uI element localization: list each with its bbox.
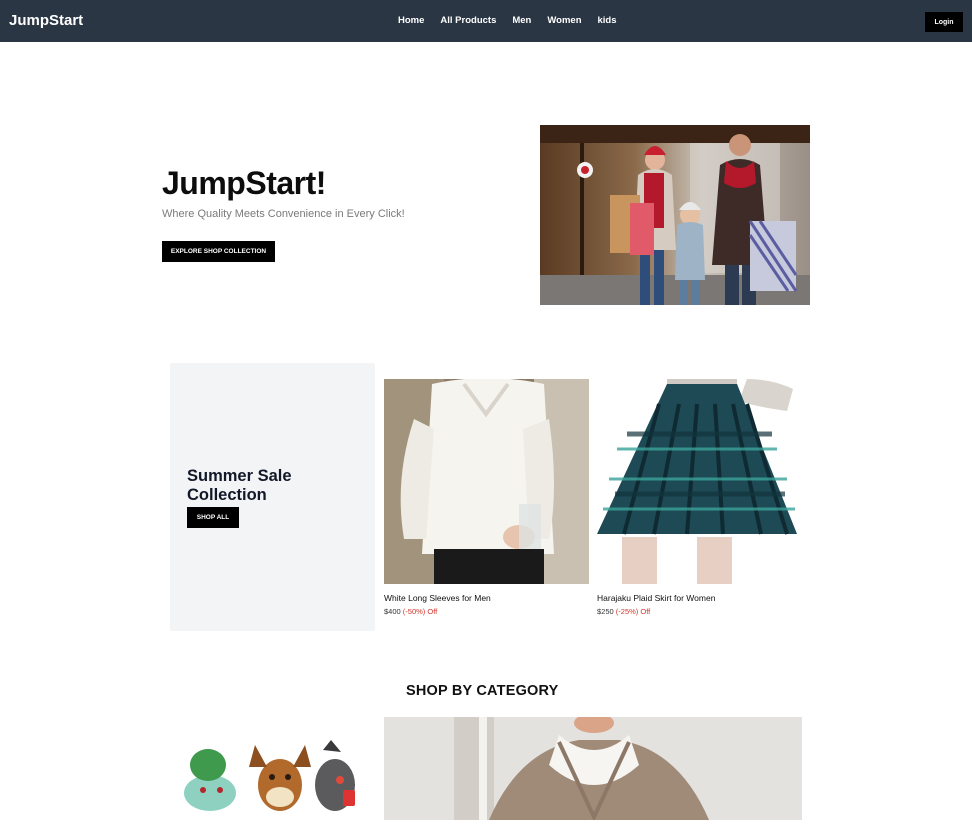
product-price: $250 (-25%) Off bbox=[597, 607, 802, 616]
nav-link-women[interactable]: Women bbox=[547, 15, 581, 26]
product-price: $400 (-50%) Off bbox=[384, 607, 589, 616]
category-men-image[interactable] bbox=[384, 717, 802, 820]
product-card[interactable]: White Long Sleeves for Men $400 (-50%) O… bbox=[384, 379, 589, 616]
shop-all-button[interactable]: SHOP ALL bbox=[187, 507, 239, 528]
explore-collection-button[interactable]: EXPLORE SHOP COLLECTION bbox=[162, 241, 275, 262]
hero-subtitle: Where Quality Meets Convenience in Every… bbox=[162, 208, 405, 220]
login-button[interactable]: Login bbox=[925, 12, 963, 32]
nav-link-home[interactable]: Home bbox=[398, 15, 424, 26]
price-value: $250 bbox=[597, 607, 614, 616]
price-value: $400 bbox=[384, 607, 401, 616]
nav-links: Home All Products Men Women kids bbox=[398, 15, 633, 26]
discount-label: (-25%) Off bbox=[615, 607, 651, 616]
shop-by-category-heading: SHOP BY CATEGORY bbox=[406, 683, 559, 699]
nav-link-all-products[interactable]: All Products bbox=[440, 15, 496, 26]
product-name[interactable]: Harajaku Plaid Skirt for Women bbox=[597, 593, 802, 603]
product-name[interactable]: White Long Sleeves for Men bbox=[384, 593, 589, 603]
product-image[interactable] bbox=[597, 379, 802, 584]
summer-sale-title: Summer Sale Collection bbox=[187, 467, 292, 504]
nav-link-kids[interactable]: kids bbox=[598, 15, 617, 26]
hero-title: JumpStart! bbox=[162, 165, 326, 201]
product-image[interactable] bbox=[384, 379, 589, 584]
navbar: JumpStart Home All Products Men Women ki… bbox=[0, 0, 972, 42]
product-card[interactable]: Harajaku Plaid Skirt for Women $250 (-25… bbox=[597, 379, 802, 616]
discount-label: (-50%) Off bbox=[402, 607, 438, 616]
nav-link-men[interactable]: Men bbox=[512, 15, 531, 26]
category-kids-image[interactable] bbox=[175, 735, 370, 820]
brand-logo[interactable]: JumpStart bbox=[9, 12, 83, 29]
hero-image bbox=[540, 125, 810, 305]
